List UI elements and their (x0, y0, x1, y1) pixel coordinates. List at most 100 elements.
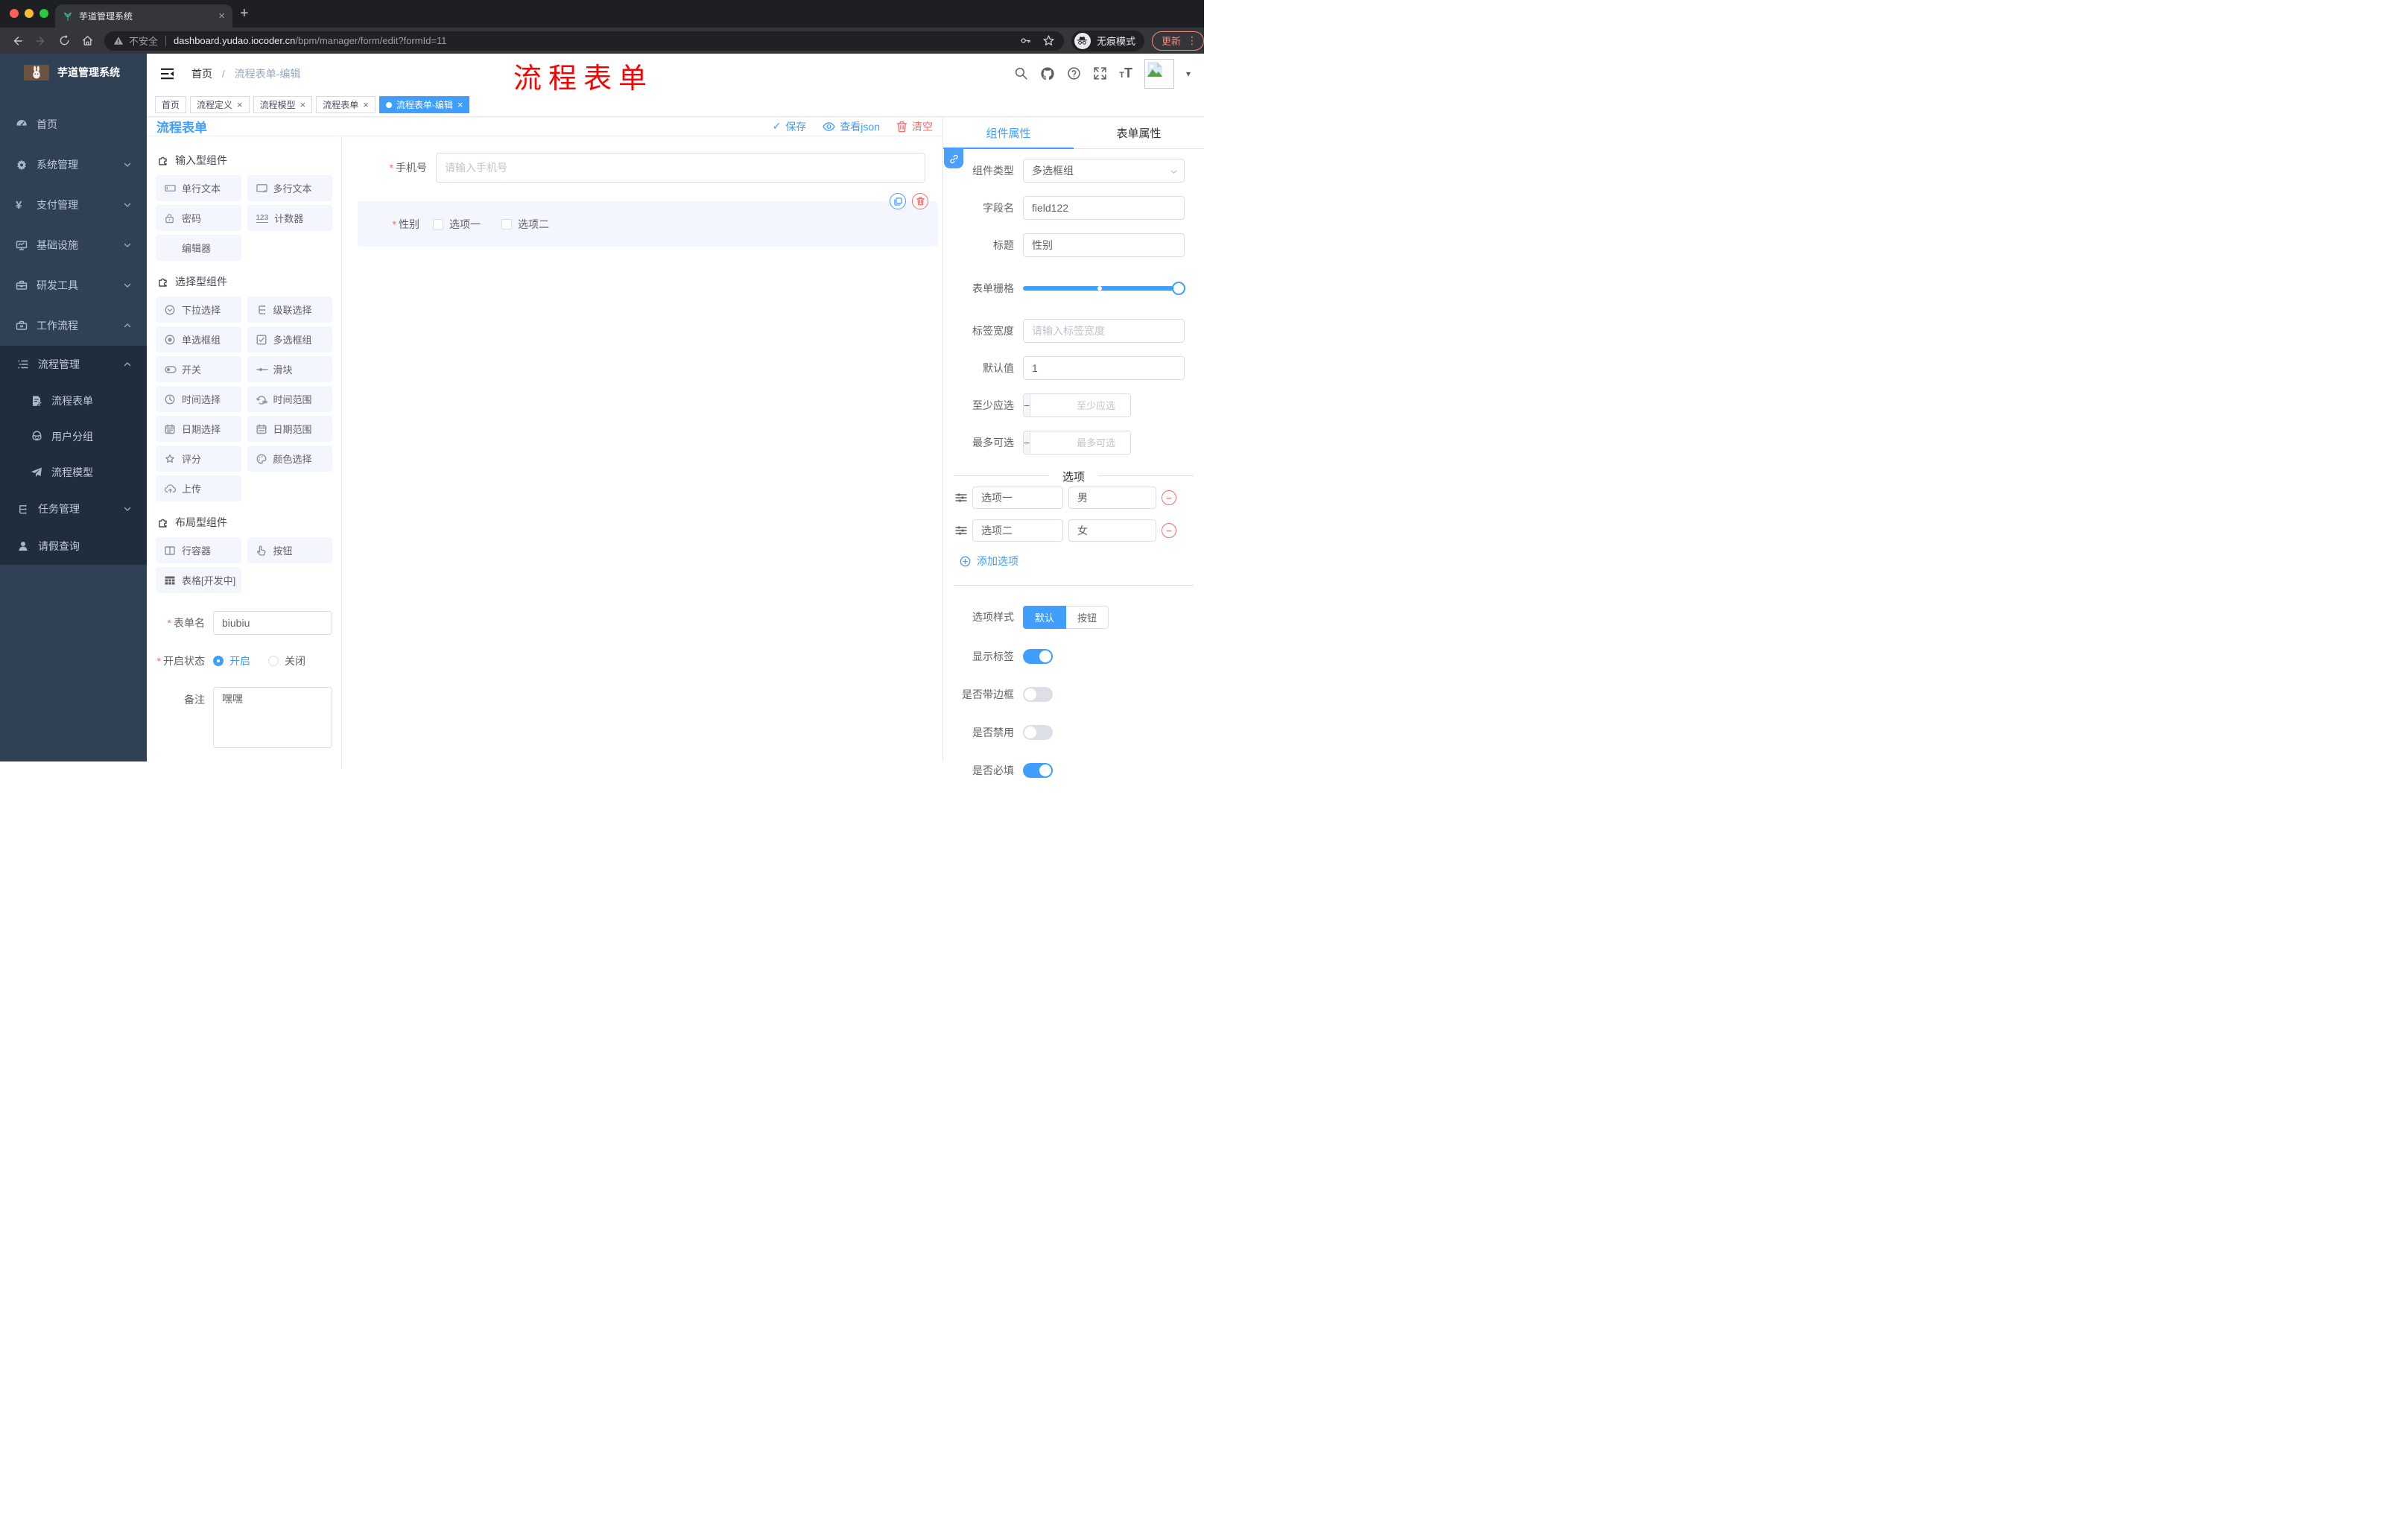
status-on-label[interactable]: 开启 (229, 653, 250, 668)
remove-option-button[interactable]: − (1162, 490, 1176, 505)
component-item-single-line-text[interactable]: 单行文本 (156, 175, 241, 201)
component-item-date-range[interactable]: 日期范围 (247, 416, 332, 442)
security-warning-icon[interactable] (113, 36, 124, 45)
security-label[interactable]: 不安全 (129, 34, 158, 48)
form-remark-textarea[interactable]: 嘿嘿 (213, 687, 332, 748)
component-item-multi-line-text[interactable]: 多行文本 (247, 175, 332, 201)
update-label[interactable]: 更新 (1162, 34, 1181, 48)
sidebar-logo[interactable]: 芋道管理系统 (0, 54, 147, 91)
slider-handle[interactable] (1172, 282, 1185, 295)
help-icon[interactable] (1067, 66, 1081, 80)
show-label-toggle[interactable] (1023, 649, 1053, 664)
component-item-password[interactable]: 密码 (156, 205, 241, 231)
back-icon[interactable] (10, 34, 24, 48)
component-item-row-container[interactable]: 行容器 (156, 537, 241, 563)
sidebar-item-system[interactable]: 系统管理 (0, 145, 147, 185)
github-icon[interactable] (1040, 66, 1055, 81)
gender-option1-checkbox[interactable] (433, 218, 443, 229)
gender-option1-label[interactable]: 选项一 (449, 217, 481, 232)
url-path[interactable]: /bpm/manager/form/edit?formId=11 (295, 35, 446, 46)
bookmark-star-icon[interactable] (1042, 34, 1055, 47)
remove-option-button[interactable]: − (1162, 523, 1176, 538)
tag-process-form[interactable]: 流程表单 × (316, 96, 376, 113)
component-item-radio-group[interactable]: 单选框组 (156, 326, 241, 352)
component-item-editor[interactable]: 编辑器 (156, 235, 241, 261)
fullscreen-icon[interactable] (1093, 66, 1107, 80)
style-button-button[interactable]: 按钮 (1066, 605, 1109, 629)
sidebar-item-process-management[interactable]: 流程管理 (0, 346, 147, 383)
address-bar[interactable]: 不安全 dashboard.yudao.iocoder.cn/bpm/manag… (104, 31, 1064, 51)
delete-component-button[interactable] (912, 193, 928, 209)
reload-icon[interactable] (58, 34, 71, 47)
phone-input[interactable] (436, 153, 925, 183)
tag-close-icon[interactable]: × (300, 99, 306, 110)
component-item-button[interactable]: 按钮 (247, 537, 332, 563)
collapse-panel-link-icon[interactable] (944, 149, 963, 168)
component-item-upload[interactable]: 上传 (156, 475, 241, 501)
with-border-toggle[interactable] (1023, 687, 1053, 702)
status-off-radio[interactable] (268, 656, 279, 666)
default-value-input[interactable] (1023, 356, 1185, 380)
browser-tab[interactable]: 芋道管理系统 × (55, 4, 232, 28)
window-zoom-button[interactable] (39, 9, 48, 18)
sidebar-toggle-icon[interactable] (160, 68, 174, 80)
breadcrumb-home[interactable]: 首页 (191, 68, 212, 80)
sidebar-item-leave-query[interactable]: 请假查询 (0, 528, 147, 565)
sidebar-item-home[interactable]: 首页 (0, 104, 147, 145)
tag-close-icon[interactable]: × (237, 99, 243, 110)
component-item-switch[interactable]: 开关 (156, 356, 241, 382)
sidebar-item-user-group[interactable]: 用户分组 (0, 419, 147, 455)
tag-close-icon[interactable]: × (363, 99, 369, 110)
avatar[interactable] (1144, 58, 1174, 89)
macos-window-controls[interactable] (10, 9, 48, 18)
tag-process-model[interactable]: 流程模型 × (253, 96, 313, 113)
stepper-decrease-button[interactable]: − (1024, 431, 1031, 454)
component-type-select[interactable]: 多选框组 (1023, 159, 1185, 183)
component-item-counter[interactable]: 123 计数器 (247, 205, 332, 231)
label-width-input[interactable] (1023, 319, 1185, 343)
component-item-date-picker[interactable]: 日期选择 (156, 416, 241, 442)
tab-form-props[interactable]: 表单属性 (1074, 117, 1204, 148)
form-canvas[interactable]: *手机号 *性别 (342, 136, 942, 769)
status-on-radio[interactable] (213, 656, 224, 666)
drag-handle-icon[interactable] (955, 525, 967, 536)
add-option-button[interactable]: 添加选项 (960, 554, 1204, 569)
kebab-menu-icon[interactable]: ⋮ (1187, 34, 1197, 47)
sidebar-item-dev-tools[interactable]: 研发工具 (0, 265, 147, 305)
sidebar-item-infrastructure[interactable]: 基础设施 (0, 225, 147, 265)
component-item-color-picker[interactable]: 颜色选择 (247, 446, 332, 472)
home-icon[interactable] (81, 34, 94, 47)
min-select-input[interactable] (1030, 394, 1130, 417)
field-name-input[interactable] (1023, 196, 1185, 220)
forward-icon[interactable] (34, 34, 48, 48)
form-name-input[interactable] (213, 611, 332, 635)
option2-value-input[interactable] (1068, 519, 1156, 542)
search-icon[interactable] (1014, 66, 1028, 80)
option1-name-input[interactable] (972, 487, 1063, 509)
tag-process-definition[interactable]: 流程定义 × (190, 96, 250, 113)
component-item-rate[interactable]: 评分 (156, 446, 241, 472)
status-off-label[interactable]: 关闭 (285, 653, 305, 668)
component-item-time-picker[interactable]: 时间选择 (156, 386, 241, 412)
component-item-slider[interactable]: 滑块 (247, 356, 332, 382)
tag-process-form-edit[interactable]: 流程表单-编辑 × (378, 96, 470, 113)
stepper-decrease-button[interactable]: − (1024, 394, 1031, 417)
component-item-table[interactable]: 表格[开发中] (156, 567, 241, 593)
title-input[interactable] (1023, 233, 1185, 257)
font-size-icon[interactable]: TT (1119, 66, 1132, 81)
component-item-select[interactable]: 下拉选择 (156, 297, 241, 323)
view-json-button[interactable]: 查看json (823, 119, 880, 134)
component-item-checkbox-group[interactable]: 多选框组 (247, 326, 332, 352)
duplicate-component-button[interactable] (890, 193, 906, 209)
canvas-field-phone[interactable]: * 手机号 (342, 153, 925, 183)
style-default-button[interactable]: 默认 (1023, 605, 1067, 629)
required-toggle[interactable] (1023, 763, 1053, 778)
new-tab-button[interactable]: + (240, 6, 249, 21)
disabled-toggle[interactable] (1023, 725, 1053, 740)
window-minimize-button[interactable] (25, 9, 34, 18)
canvas-field-gender-selected[interactable]: * 性别 选项一 选项二 (358, 193, 938, 247)
chevron-down-icon[interactable]: ▾ (1186, 69, 1191, 79)
sidebar-item-workflow[interactable]: 工作流程 (0, 305, 147, 346)
tab-close-icon[interactable]: × (218, 10, 225, 22)
tab-component-props[interactable]: 组件属性 (943, 117, 1074, 148)
